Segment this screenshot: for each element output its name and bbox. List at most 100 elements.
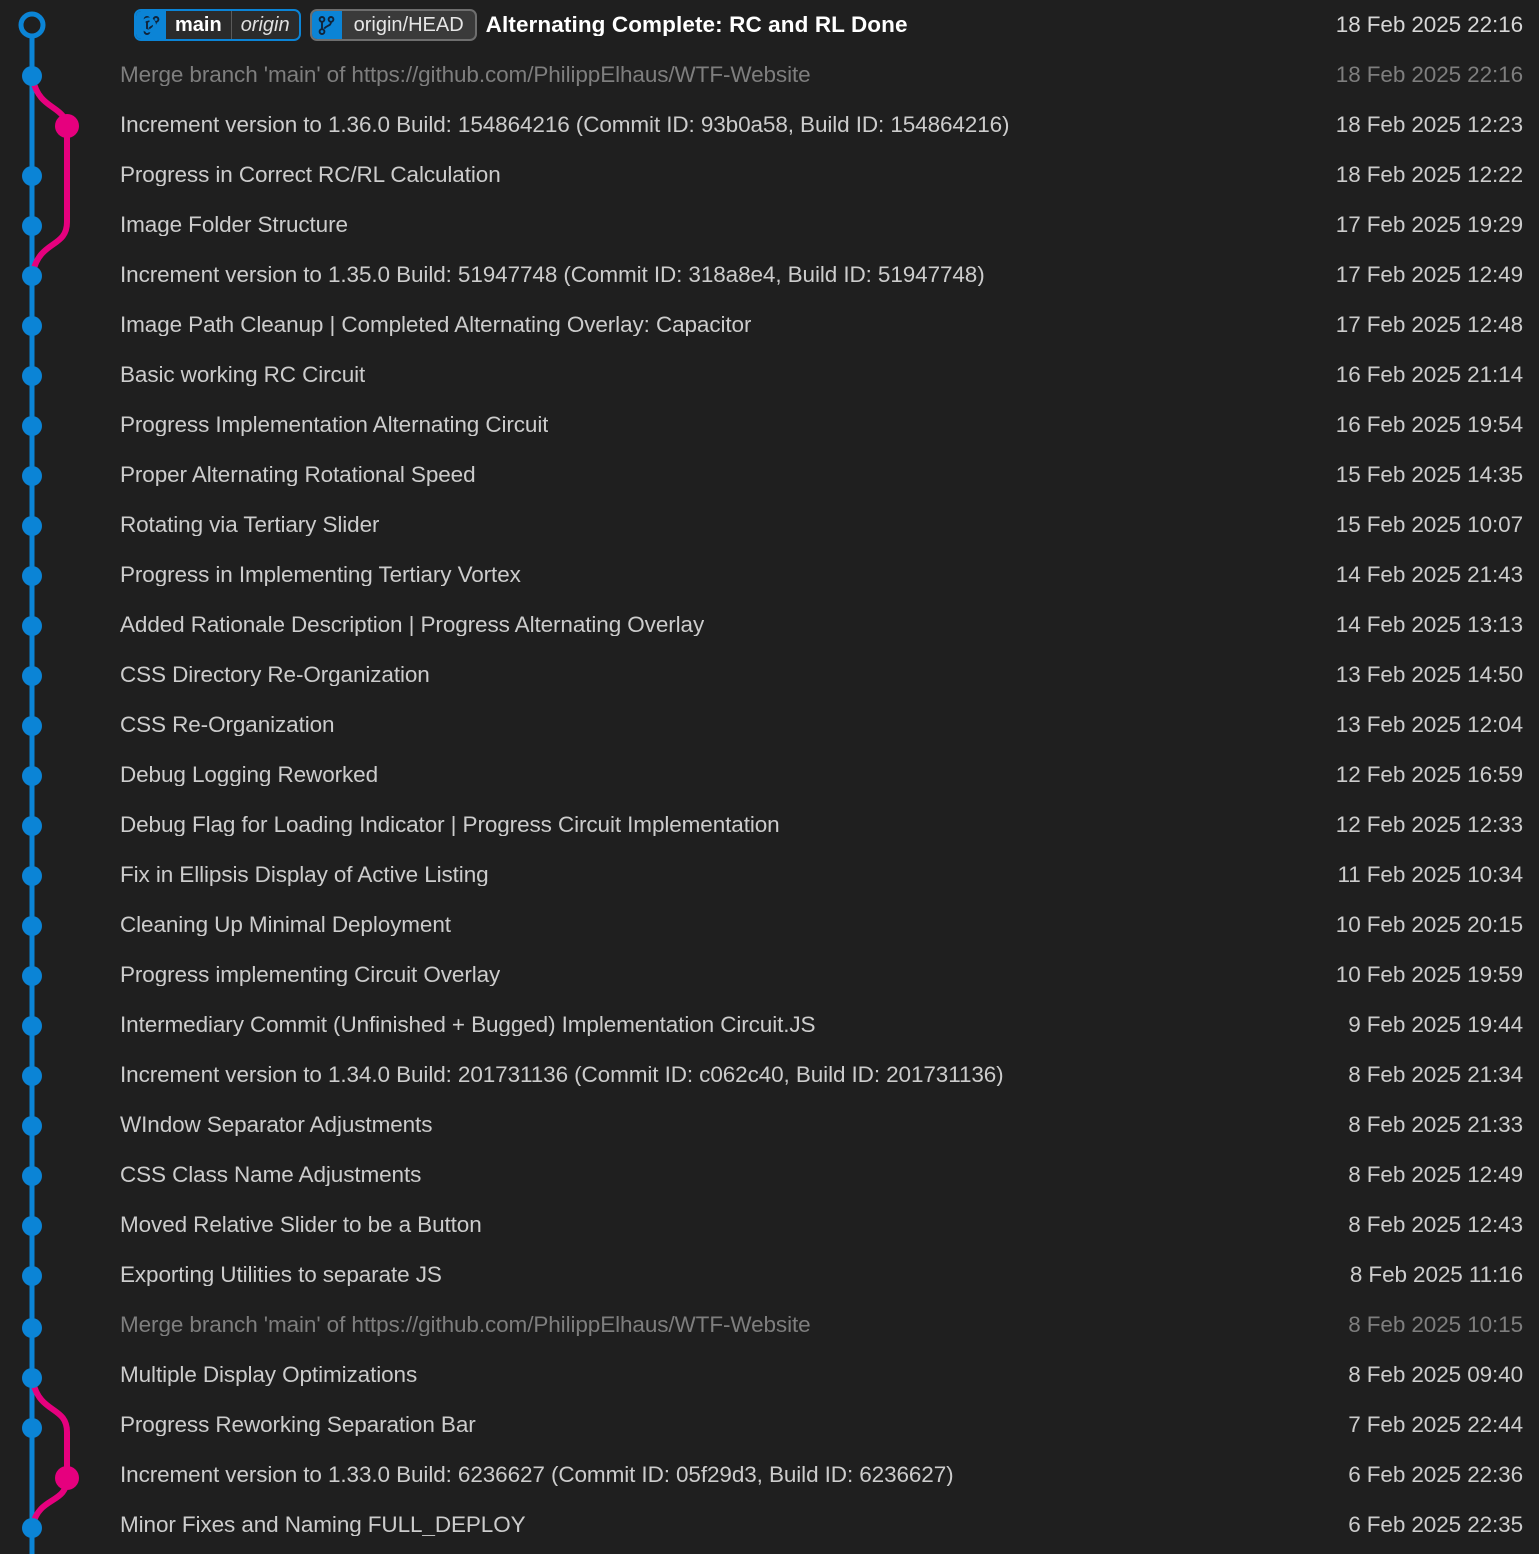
commit-row[interactable]: Image Path Cleanup | Completed Alternati… [0, 300, 1539, 350]
commit-date: 12 Feb 2025 12:33 [1335, 811, 1523, 837]
commit-row[interactable]: Increment version to 1.33.0 Build: 62366… [0, 1450, 1539, 1500]
commit-date: 12 Feb 2025 16:59 [1335, 761, 1523, 787]
commit-date: 17 Feb 2025 12:49 [1335, 261, 1523, 287]
commit-row-head[interactable]: main origin origin/HEAD Alternating Comp… [0, 0, 1539, 50]
git-branch-icon [311, 11, 342, 39]
commit-subject: Minor Fixes and Naming FULL_DEPLOY [120, 1513, 526, 1537]
ref-badge-local-main[interactable]: main origin [134, 9, 301, 41]
commit-subject: Progress in Implementing Tertiary Vortex [120, 563, 521, 587]
commit-date: 8 Feb 2025 21:33 [1348, 1111, 1523, 1137]
commit-date: 18 Feb 2025 22:16 [1335, 61, 1523, 87]
commit-subject: WIndow Separator Adjustments [120, 1113, 433, 1137]
commit-row[interactable]: Intermediary Commit (Unfinished + Bugged… [0, 1000, 1539, 1050]
commit-row[interactable]: Exporting Utilities to separate JS 8 Feb … [0, 1250, 1539, 1300]
ref-badge-remote-head[interactable]: origin/HEAD [309, 9, 477, 41]
commit-row[interactable]: Multiple Display Optimizations 8 Feb 2025… [0, 1350, 1539, 1400]
commit-date: 16 Feb 2025 21:14 [1335, 361, 1523, 387]
commit-date: 13 Feb 2025 14:50 [1335, 661, 1523, 687]
ref-badge-group: main origin origin/HEAD [134, 9, 477, 41]
commit-subject: Progress Implementation Alternating Circ… [120, 413, 549, 437]
commit-date: 6 Feb 2025 22:36 [1348, 1461, 1523, 1487]
commit-subject: Multiple Display Optimizations [120, 1363, 418, 1387]
commit-date: 10 Feb 2025 19:59 [1335, 961, 1523, 987]
commit-subject: Debug Flag for Loading Indicator | Progr… [120, 813, 780, 837]
commit-row[interactable]: Debug Logging Reworked 12 Feb 2025 16:59 [0, 750, 1539, 800]
commit-date: 13 Feb 2025 12:04 [1335, 711, 1523, 737]
commit-date: 17 Feb 2025 12:48 [1335, 311, 1523, 337]
commit-row[interactable]: Proper Alternating Rotational Speed 15 Fe… [0, 450, 1539, 500]
commit-date: 7 Feb 2025 22:44 [1348, 1411, 1523, 1437]
commit-subject: Image Path Cleanup | Completed Alternati… [120, 313, 752, 337]
commit-date: 8 Feb 2025 09:40 [1348, 1361, 1523, 1387]
commit-subject: CSS Re-Organization [120, 713, 335, 737]
commit-row[interactable]: WIndow Separator Adjustments 8 Feb 2025 2… [0, 1100, 1539, 1150]
commit-date: 18 Feb 2025 12:23 [1335, 111, 1523, 137]
commit-subject: Moved Relative Slider to be a Button [120, 1213, 482, 1237]
commit-subject: Progress Reworking Separation Bar [120, 1413, 476, 1437]
commit-row[interactable]: Progress implementing Circuit Overlay 10 … [0, 950, 1539, 1000]
commit-subject: Basic working RC Circuit [120, 363, 366, 387]
ref-remote-name: origin/HEAD [353, 14, 464, 36]
commit-row[interactable]: Progress in Correct RC/RL Calculation 18 … [0, 150, 1539, 200]
commit-subject: Progress in Correct RC/RL Calculation [120, 163, 501, 187]
commit-row-merge[interactable]: Merge branch 'main' of https://github.co… [0, 1300, 1539, 1350]
commit-subject: Exporting Utilities to separate JS [120, 1263, 442, 1287]
commit-date: 18 Feb 2025 22:16 [1335, 11, 1523, 37]
commit-subject: Rotating via Tertiary Slider [120, 513, 380, 537]
commit-row[interactable]: Increment version to 1.36.0 Build: 15486… [0, 100, 1539, 150]
commit-subject: Increment version to 1.35.0 Build: 51947… [120, 263, 985, 287]
ref-local-name: main [175, 14, 222, 36]
commit-date: 8 Feb 2025 12:49 [1348, 1161, 1523, 1187]
commit-row[interactable]: Progress in Implementing Tertiary Vortex… [0, 550, 1539, 600]
commit-subject: Merge branch 'main' of https://github.co… [120, 63, 811, 87]
commit-subject: Progress implementing Circuit Overlay [120, 963, 501, 987]
commit-row[interactable]: Image Folder Structure 17 Feb 2025 19:29 [0, 200, 1539, 250]
commit-subject: CSS Directory Re-Organization [120, 663, 430, 687]
commit-date: 18 Feb 2025 12:22 [1335, 161, 1523, 187]
commit-row[interactable]: Basic working RC Circuit 16 Feb 2025 21:1… [0, 350, 1539, 400]
commit-date: 8 Feb 2025 21:34 [1348, 1061, 1523, 1087]
commit-row-merge[interactable]: Merge branch 'main' of https://github.co… [0, 50, 1539, 100]
commit-row[interactable]: CSS Directory Re-Organization 13 Feb 2025… [0, 650, 1539, 700]
commit-date: 16 Feb 2025 19:54 [1335, 411, 1523, 437]
commit-subject: Cleaning Up Minimal Deployment [120, 913, 451, 937]
commit-subject: Proper Alternating Rotational Speed [120, 463, 476, 487]
commit-row[interactable]: Debug Flag for Loading Indicator | Progr… [0, 800, 1539, 850]
commit-row[interactable]: Progress Reworking Separation Bar 7 Feb 2… [0, 1400, 1539, 1450]
commit-row[interactable]: Progress Implementation Alternating Circ… [0, 400, 1539, 450]
commit-subject: Alternating Complete: RC and RL Done [485, 13, 908, 37]
ref-local-remote: origin [230, 11, 299, 39]
commit-date: 15 Feb 2025 14:35 [1335, 461, 1523, 487]
commit-date: 15 Feb 2025 10:07 [1335, 511, 1523, 537]
commit-date: 17 Feb 2025 19:29 [1335, 211, 1523, 237]
commit-subject: Fix in Ellipsis Display of Active Listin… [120, 863, 489, 887]
commit-date: 10 Feb 2025 20:15 [1335, 911, 1523, 937]
commit-date: 8 Feb 2025 12:43 [1348, 1211, 1523, 1237]
commit-subject: Increment version to 1.36.0 Build: 15486… [120, 113, 1010, 137]
commit-row[interactable]: Fix in Ellipsis Display of Active Listin… [0, 850, 1539, 900]
head-commit-ring-icon [141, 17, 156, 33]
commit-date: 11 Feb 2025 10:34 [1337, 861, 1523, 887]
commit-row[interactable]: CSS Re-Organization 13 Feb 2025 12:04 [0, 700, 1539, 750]
commit-subject: Increment version to 1.33.0 Build: 62366… [120, 1463, 954, 1487]
commit-row[interactable]: Increment version to 1.35.0 Build: 51947… [0, 250, 1539, 300]
commit-row[interactable]: Cleaning Up Minimal Deployment 10 Feb 202… [0, 900, 1539, 950]
commit-list[interactable]: main origin origin/HEAD Alternating Comp… [0, 0, 1539, 1550]
commit-row[interactable]: Rotating via Tertiary Slider 15 Feb 2025 … [0, 500, 1539, 550]
git-graph-panel: main origin origin/HEAD Alternating Comp… [0, 0, 1539, 1554]
commit-date: 6 Feb 2025 22:35 [1348, 1511, 1523, 1537]
commit-row[interactable]: Moved Relative Slider to be a Button 8 Fe… [0, 1200, 1539, 1250]
commit-subject: Added Rationale Description | Progress A… [120, 613, 705, 637]
commit-date: 8 Feb 2025 10:15 [1348, 1311, 1523, 1337]
commit-row[interactable]: Added Rationale Description | Progress A… [0, 600, 1539, 650]
commit-row[interactable]: CSS Class Name Adjustments 8 Feb 2025 12:… [0, 1150, 1539, 1200]
commit-subject: Intermediary Commit (Unfinished + Bugged… [120, 1013, 816, 1037]
commit-date: 8 Feb 2025 11:16 [1349, 1261, 1523, 1287]
commit-row[interactable]: Increment version to 1.34.0 Build: 20173… [0, 1050, 1539, 1100]
commit-date: 14 Feb 2025 21:43 [1335, 561, 1523, 587]
commit-date: 14 Feb 2025 13:13 [1335, 611, 1523, 637]
commit-row[interactable]: Minor Fixes and Naming FULL_DEPLOY 6 Feb … [0, 1500, 1539, 1550]
commit-subject: Image Folder Structure [120, 213, 348, 237]
commit-subject: CSS Class Name Adjustments [120, 1163, 422, 1187]
commit-subject: Increment version to 1.34.0 Build: 20173… [120, 1063, 1004, 1087]
